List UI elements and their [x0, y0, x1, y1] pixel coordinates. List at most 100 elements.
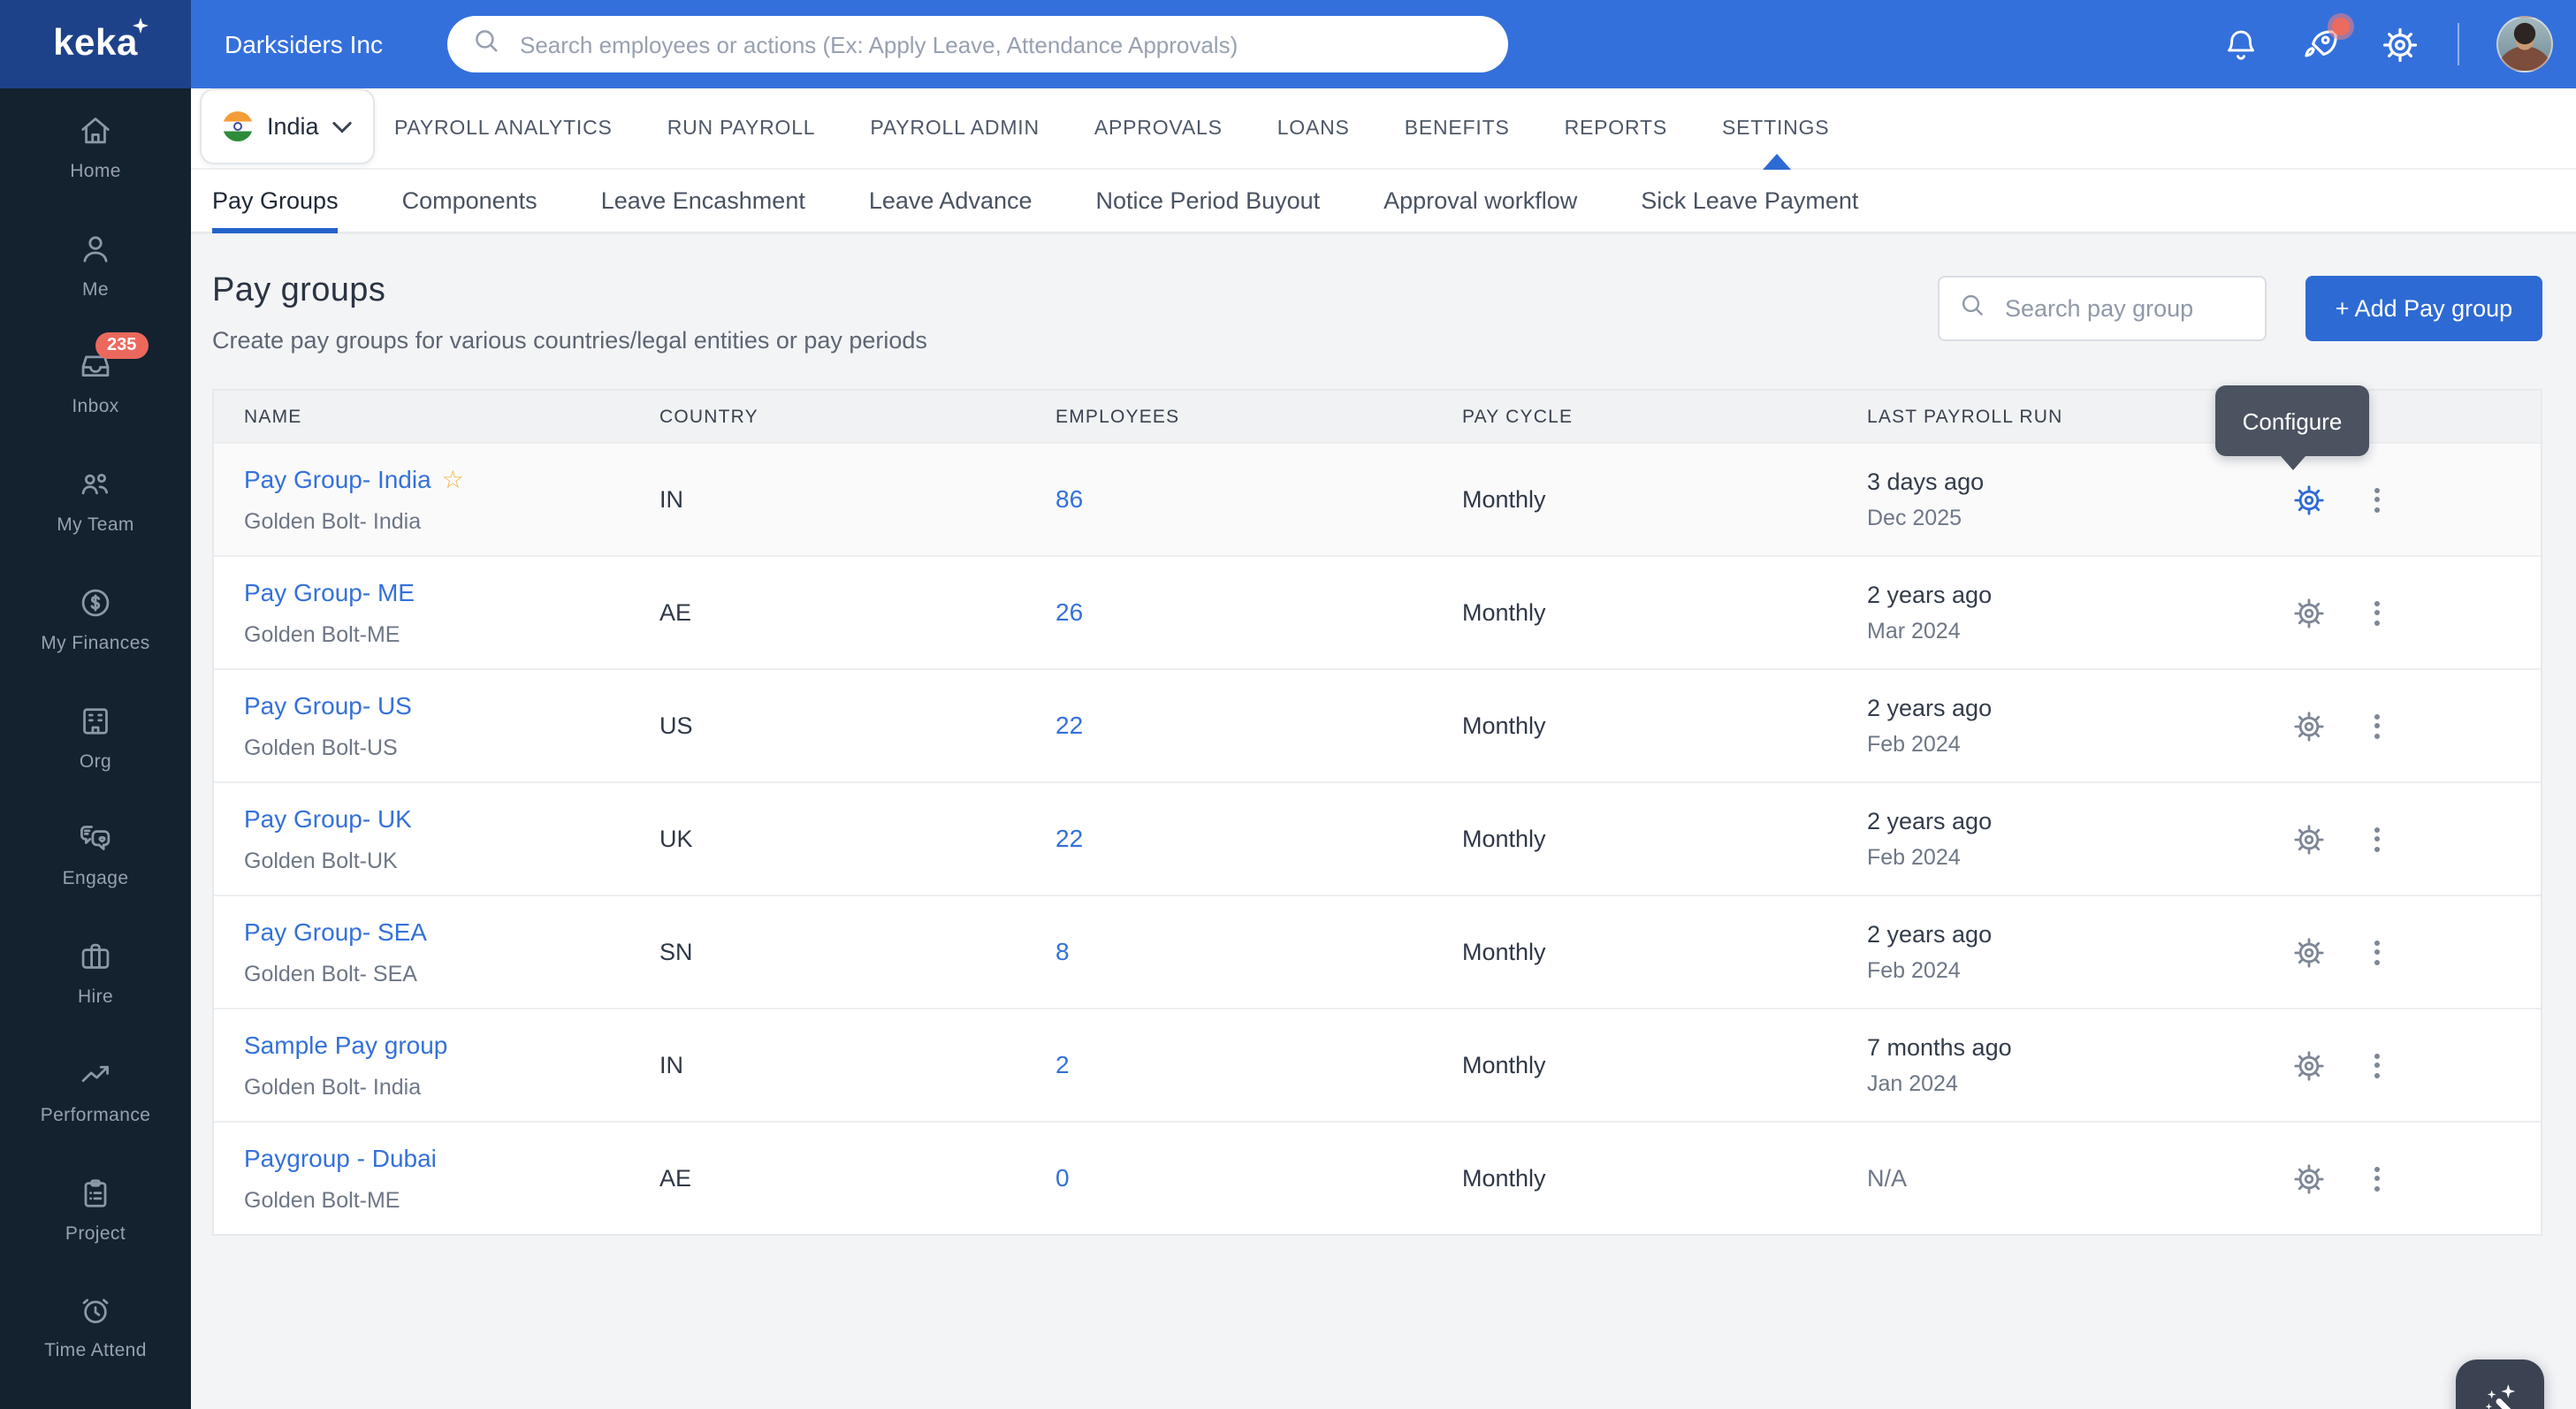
subnav-tab-pay-groups[interactable]: Pay Groups [212, 170, 339, 233]
pay-group-name-link[interactable]: Pay Group- India [244, 465, 431, 493]
pay-cycle-cell: Monthly [1462, 1165, 1546, 1192]
subnav-tab-components[interactable]: Components [402, 170, 537, 232]
user-avatar[interactable] [2496, 16, 2553, 72]
last-run-relative: 2 years ago [1867, 695, 1993, 721]
sidebar-item-org[interactable]: Org [0, 701, 191, 819]
employee-count-link[interactable]: 8 [1056, 936, 1070, 964]
row-menu-kebab-icon[interactable] [2359, 934, 2394, 970]
global-search-input[interactable] [516, 29, 1483, 59]
assistant-fab[interactable] [2456, 1359, 2544, 1409]
last-run-relative: 3 days ago [1867, 468, 1985, 495]
legal-entity-label: Golden Bolt-UK [244, 849, 398, 873]
org-icon [76, 701, 115, 742]
column-header-employees: EMPLOYEES [1056, 406, 1180, 427]
country-selector[interactable]: India [200, 88, 376, 164]
nav-tab-run-payroll[interactable]: RUN PAYROLL [667, 118, 816, 139]
table-row[interactable]: Paygroup - Dubai☆ Golden Bolt-ME AE 0 Mo… [214, 1121, 2541, 1234]
team-icon [76, 465, 115, 506]
sidebar-item-hire[interactable]: Hire [0, 937, 191, 1055]
sidebar-item-project[interactable]: Project [0, 1173, 191, 1291]
pay-group-name-link[interactable]: Pay Group- US [244, 691, 412, 720]
configure-gear-icon[interactable] [2291, 821, 2327, 857]
sidebar-item-performance[interactable]: Performance [0, 1055, 191, 1173]
sidebar-item-inbox[interactable]: 235 Inbox [0, 332, 191, 465]
configure-gear-icon[interactable] [2291, 1161, 2327, 1196]
sidebar-item-label: Hire [77, 986, 114, 1009]
subnav-tab-sick-leave-payment[interactable]: Sick Leave Payment [1641, 170, 1858, 232]
legal-entity-label: Golden Bolt-ME [244, 622, 400, 647]
configure-gear-icon[interactable] [2291, 1047, 2327, 1083]
table-row[interactable]: Pay Group- UK☆ Golden Bolt-UK UK 22 Mont… [214, 781, 2541, 895]
sidebar-item-time-attend[interactable]: Time Attend [0, 1291, 191, 1409]
whats-new-rocket-icon[interactable] [2298, 17, 2350, 66]
row-menu-kebab-icon[interactable] [2359, 1047, 2394, 1083]
country-cell: AE [659, 1165, 692, 1192]
configure-gear-icon[interactable] [2291, 934, 2327, 970]
last-run-period: Dec 2025 [1867, 506, 1962, 530]
sidebar-item-label: My Finances [41, 632, 150, 654]
company-name: Darksiders Inc [225, 30, 383, 58]
employee-count-link[interactable]: 22 [1056, 823, 1083, 851]
page-subtitle: Create pay groups for various countries/… [212, 327, 927, 354]
subnav-tab-leave-advance[interactable]: Leave Advance [869, 170, 1033, 232]
configure-tooltip: Configure [2215, 385, 2369, 470]
table-row[interactable]: Pay Group- SEA☆ Golden Bolt- SEA SN 8 Mo… [214, 895, 2541, 1008]
table-row[interactable]: Pay Group- India ☆ Golden Bolt- India IN … [214, 442, 2541, 555]
table-row[interactable]: Pay Group- US☆ Golden Bolt-US US 22 Mont… [214, 668, 2541, 781]
sidebar-item-my-team[interactable]: My Team [0, 465, 191, 583]
pay-cycle-cell: Monthly [1462, 712, 1546, 739]
subnav-tab-leave-encashment[interactable]: Leave Encashment [601, 170, 805, 232]
pay-group-name-link[interactable]: Pay Group- UK [244, 804, 412, 833]
pay-group-name-link[interactable]: Paygroup - Dubai [244, 1144, 437, 1172]
notifications-bell-icon[interactable] [2221, 24, 2261, 65]
configure-gear-icon[interactable] [2291, 482, 2327, 517]
table-row[interactable]: Pay Group- ME☆ Golden Bolt-ME AE 26 Mont… [214, 555, 2541, 668]
row-menu-kebab-icon[interactable] [2359, 708, 2394, 743]
sidebar: Home Me 235 Inbox My Team My Finances Or… [0, 88, 191, 1409]
home-icon [76, 111, 115, 152]
nav-tab-payroll-admin[interactable]: PAYROLL ADMIN [870, 118, 1039, 139]
employee-count-link[interactable]: 86 [1056, 484, 1083, 512]
settings-gear-icon[interactable] [2380, 24, 2420, 65]
search-icon [472, 26, 500, 63]
row-menu-kebab-icon[interactable] [2359, 821, 2394, 857]
pay-group-search[interactable] [1938, 276, 2267, 341]
subnav-tab-approval-workflow[interactable]: Approval workflow [1383, 170, 1577, 232]
row-menu-kebab-icon[interactable] [2359, 482, 2394, 517]
top-bar-divider [2458, 23, 2459, 65]
keka-app: keka Darksiders Inc Search employees or … [0, 0, 2576, 1409]
subnav-tab-notice-period-buyout[interactable]: Notice Period Buyout [1096, 170, 1321, 232]
country-label: India [267, 113, 319, 140]
configure-gear-icon[interactable] [2291, 595, 2327, 630]
pay-group-name-link[interactable]: Pay Group- ME [244, 578, 415, 606]
row-menu-kebab-icon[interactable] [2359, 595, 2394, 630]
employee-count-link[interactable]: 2 [1056, 1049, 1070, 1078]
nav-tab-settings[interactable]: SETTINGS [1722, 118, 1829, 139]
pay-group-search-input[interactable] [2001, 293, 2245, 324]
legal-entity-label: Golden Bolt-ME [244, 1188, 400, 1213]
active-tab-pointer [1762, 154, 1790, 170]
sidebar-item-me[interactable]: Me [0, 229, 191, 347]
row-menu-kebab-icon[interactable] [2359, 1161, 2394, 1196]
nav-tab-payroll-analytics[interactable]: PAYROLL ANALYTICS [394, 118, 613, 139]
last-run-relative: N/A [1867, 1165, 1908, 1192]
configure-gear-icon[interactable] [2291, 708, 2327, 743]
add-pay-group-button[interactable]: + Add Pay group [2305, 276, 2542, 341]
nav-tab-benefits[interactable]: BENEFITS [1405, 118, 1510, 139]
star-icon[interactable]: ☆ [442, 465, 464, 493]
pay-group-name-link[interactable]: Sample Pay group [244, 1031, 447, 1059]
nav-tab-reports[interactable]: REPORTS [1565, 118, 1667, 139]
sidebar-item-my-finances[interactable]: My Finances [0, 583, 191, 701]
nav-tab-loans[interactable]: LOANS [1277, 118, 1350, 139]
employee-count-link[interactable]: 26 [1056, 597, 1083, 625]
column-header-pay-cycle: PAY CYCLE [1462, 406, 1574, 427]
employee-count-link[interactable]: 0 [1056, 1162, 1070, 1191]
sidebar-item-engage[interactable]: Engage [0, 819, 191, 937]
sidebar-item-home[interactable]: Home [0, 111, 191, 229]
global-search[interactable] [447, 16, 1508, 72]
employee-count-link[interactable]: 22 [1056, 710, 1083, 738]
table-row[interactable]: Sample Pay group☆ Golden Bolt- India IN … [214, 1008, 2541, 1121]
nav-tab-approvals[interactable]: APPROVALS [1094, 118, 1223, 139]
keka-logo[interactable]: keka [0, 0, 191, 88]
pay-group-name-link[interactable]: Pay Group- SEA [244, 918, 427, 946]
